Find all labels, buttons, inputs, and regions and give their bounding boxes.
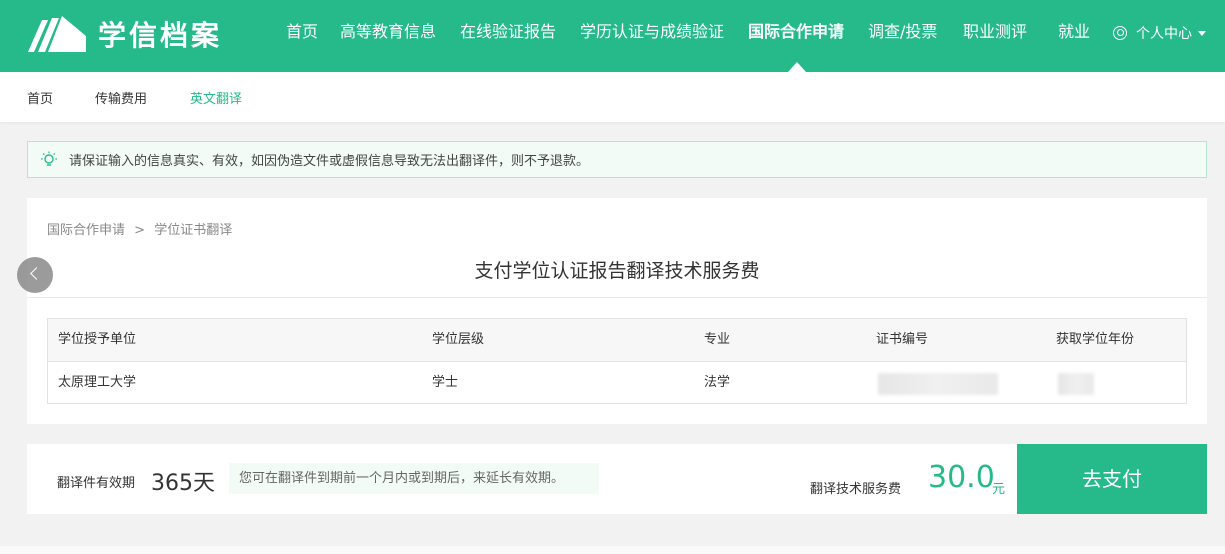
column-header: 证书编号	[876, 332, 929, 347]
notice-banner: 请保证输入的信息真实、有效，如因伪造文件或虚假信息导致无法出翻译件，则不予退款。	[27, 141, 1207, 178]
subnav-item-home[interactable]: 首页	[27, 88, 53, 107]
fee-amount: 30.0	[928, 460, 995, 495]
validity-tip: 您可在翻译件到期前一个月内或到期后，来延长有效期。	[229, 463, 599, 494]
user-center-label: 个人中心	[1136, 26, 1192, 42]
subnav-item-english-translation[interactable]: 英文翻译	[190, 88, 242, 107]
column-header: 学位授予单位	[58, 332, 137, 347]
fee-label: 翻译技术服务费	[810, 482, 902, 497]
table-header: 学位授予单位 学位层级 专业 证书编号 获取学位年份	[48, 319, 1186, 362]
nav-item-career-assessment[interactable]: 职业测评	[963, 21, 1027, 43]
nav-item-survey-vote[interactable]: 调查/投票	[868, 21, 937, 43]
sub-navigation: 首页 传输费用 英文翻译	[0, 72, 1225, 122]
top-navigation-bar: 学信档案 首页 高等教育信息 在线验证报告 学历认证与成绩验证 国际合作申请 调…	[0, 0, 1225, 72]
user-icon	[1113, 26, 1127, 40]
column-header: 专业	[704, 332, 731, 347]
payment-info-card: 国际合作申请 > 学位证书翻译 支付学位认证报告翻译技术服务费 学位授予单位 学…	[27, 198, 1207, 424]
previous-page-button[interactable]	[17, 257, 53, 293]
redacted-certificate-number	[878, 373, 998, 395]
user-center-menu[interactable]: 个人中心	[1113, 23, 1206, 43]
redacted-degree-year	[1058, 373, 1094, 395]
brand-name: 学信档案	[98, 19, 223, 52]
column-header: 学位层级	[432, 332, 485, 347]
table-cell-degree-level: 学士	[432, 375, 459, 390]
table-cell-major: 法学	[704, 375, 731, 390]
chevron-down-icon	[1198, 30, 1206, 36]
fee-unit: 元	[992, 482, 1006, 497]
footer-strip	[0, 546, 1225, 554]
nav-item-home[interactable]: 首页	[286, 21, 318, 43]
logo[interactable]: 学信档案	[26, 12, 222, 56]
nav-item-employment[interactable]: 就业	[1058, 21, 1090, 43]
breadcrumb-current: 学位证书翻译	[154, 223, 233, 238]
degree-info-table: 学位授予单位 学位层级 专业 证书编号 获取学位年份 太原理工大学 学士 法学	[47, 318, 1187, 404]
nav-item-higher-education[interactable]: 高等教育信息	[340, 21, 436, 43]
validity-value: 365天	[151, 471, 215, 496]
breadcrumb: 国际合作申请 > 学位证书翻译	[47, 219, 232, 238]
table-cell-institution: 太原理工大学	[58, 375, 137, 390]
notice-text: 请保证输入的信息真实、有效，如因伪造文件或虚假信息导致无法出翻译件，则不予退款。	[69, 154, 590, 169]
lightbulb-icon	[40, 151, 58, 169]
pay-button[interactable]: 去支付	[1017, 444, 1207, 514]
nav-item-online-verification[interactable]: 在线验证报告	[460, 21, 556, 43]
divider	[27, 297, 1207, 298]
nav-item-degree-certification[interactable]: 学历认证与成绩验证	[580, 21, 724, 43]
validity-label: 翻译件有效期	[57, 476, 136, 491]
nav-item-international-cooperation[interactable]: 国际合作申请	[748, 21, 844, 43]
breadcrumb-parent[interactable]: 国际合作申请	[47, 223, 125, 238]
payment-bar: 翻译件有效期 365天 您可在翻译件到期前一个月内或到期后，来延长有效期。 翻译…	[27, 444, 1207, 514]
subnav-item-transfer-fee[interactable]: 传输费用	[95, 88, 147, 107]
logo-icon	[28, 16, 86, 52]
page-title: 支付学位认证报告翻译技术服务费	[474, 260, 760, 282]
breadcrumb-separator: >	[134, 223, 146, 238]
column-header: 获取学位年份	[1056, 332, 1135, 347]
active-nav-indicator	[788, 62, 806, 72]
